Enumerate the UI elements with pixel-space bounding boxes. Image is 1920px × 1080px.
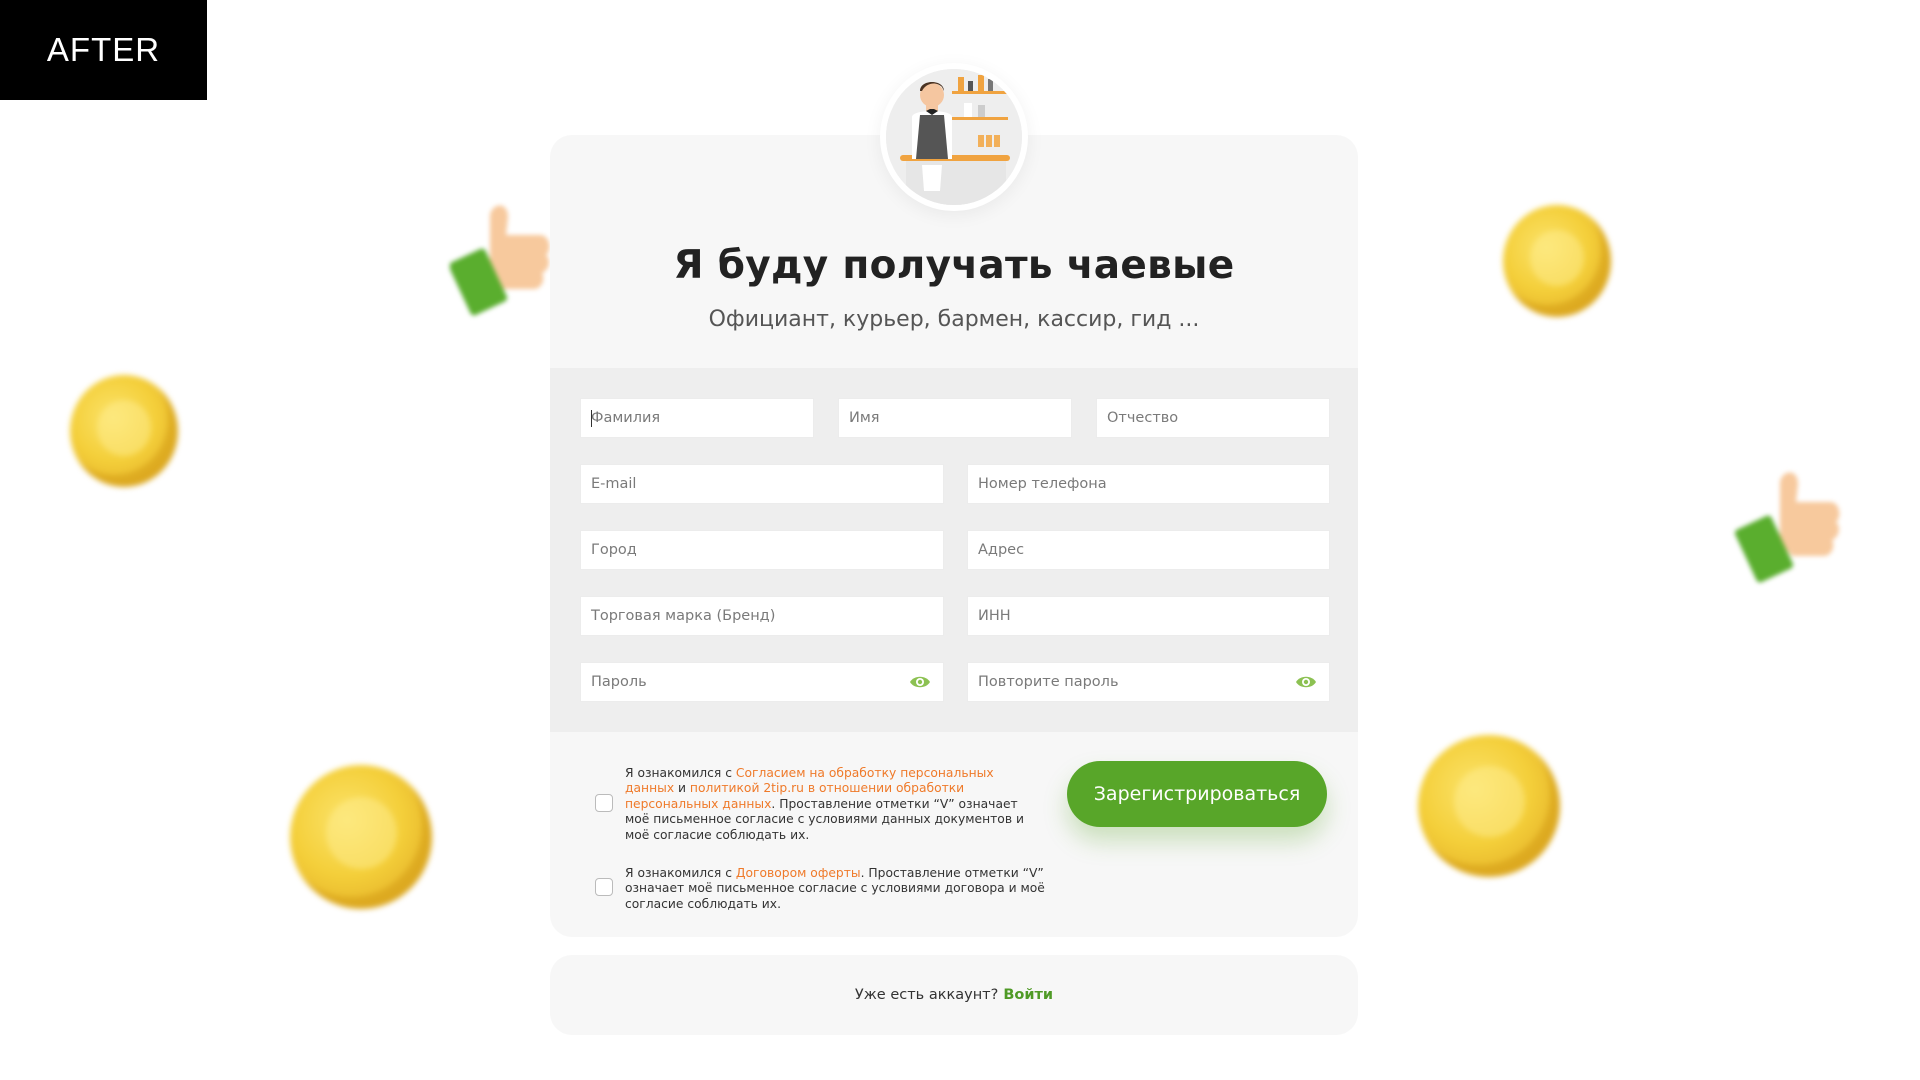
thumbs-up-icon [1734,472,1840,583]
after-badge: AFTER [0,0,207,100]
brand-placeholder: Торговая марка (Бренд) [591,608,776,624]
consent-text: и [674,781,690,796]
password-placeholder: Пароль [591,674,647,690]
consent-offer-text: Я ознакомился с Договором оферты. Проста… [625,866,1045,912]
first-name-placeholder: Имя [849,410,880,426]
middle-name-placeholder: Отчество [1107,410,1179,426]
coin-decoration [70,375,178,487]
login-question: Уже есть аккаунт? [854,987,999,1003]
inn-input[interactable]: ИНН [967,596,1330,636]
middle-name-input[interactable]: Отчество [1096,398,1330,438]
first-name-input[interactable]: Имя [838,398,1072,438]
address-placeholder: Адрес [978,542,1025,558]
login-link[interactable]: Войти [1003,987,1053,1003]
bartender-avatar [880,63,1028,211]
bartender-illustration [886,69,1022,205]
coin-decoration [290,765,432,909]
last-name-placeholder: Фамилия [591,410,661,426]
login-card: Уже есть аккаунт? Войти [550,955,1358,1035]
email-input[interactable]: E-mail [580,464,944,504]
eye-icon[interactable] [1295,674,1317,690]
eye-icon[interactable] [909,674,931,690]
page-title: Я буду получать чаевые [673,243,1235,288]
consent-personal-data-text: Я ознакомился с Согласием на обработку п… [625,766,1045,843]
coin-decoration [1503,205,1611,317]
address-input[interactable]: Адрес [967,530,1330,570]
last-name-input[interactable]: Фамилия [580,398,814,438]
consent-text: Я ознакомился с [625,866,736,880]
brand-input[interactable]: Торговая марка (Бренд) [580,596,944,636]
city-input[interactable]: Город [580,530,944,570]
phone-input[interactable]: Номер телефона [967,464,1330,504]
city-placeholder: Город [591,542,637,558]
register-button[interactable]: Зарегистрироваться [1067,761,1327,827]
consent-text: Я ознакомился с [625,766,736,780]
repeat-password-placeholder: Повторите пароль [978,674,1119,690]
repeat-password-input[interactable]: Повторите пароль [967,662,1330,702]
consent-personal-data-checkbox[interactable] [595,794,613,812]
offer-agreement-link[interactable]: Договором оферты [736,866,861,880]
page-subtitle: Официант, курьер, бармен, кассир, гид ..… [708,307,1200,332]
thumbs-up-icon [450,205,550,316]
inn-placeholder: ИНН [978,608,1011,624]
coin-decoration [1418,735,1560,877]
phone-placeholder: Номер телефона [978,476,1107,492]
consent-offer-checkbox[interactable] [595,878,613,896]
email-placeholder: E-mail [591,476,637,492]
password-input[interactable]: Пароль [580,662,944,702]
